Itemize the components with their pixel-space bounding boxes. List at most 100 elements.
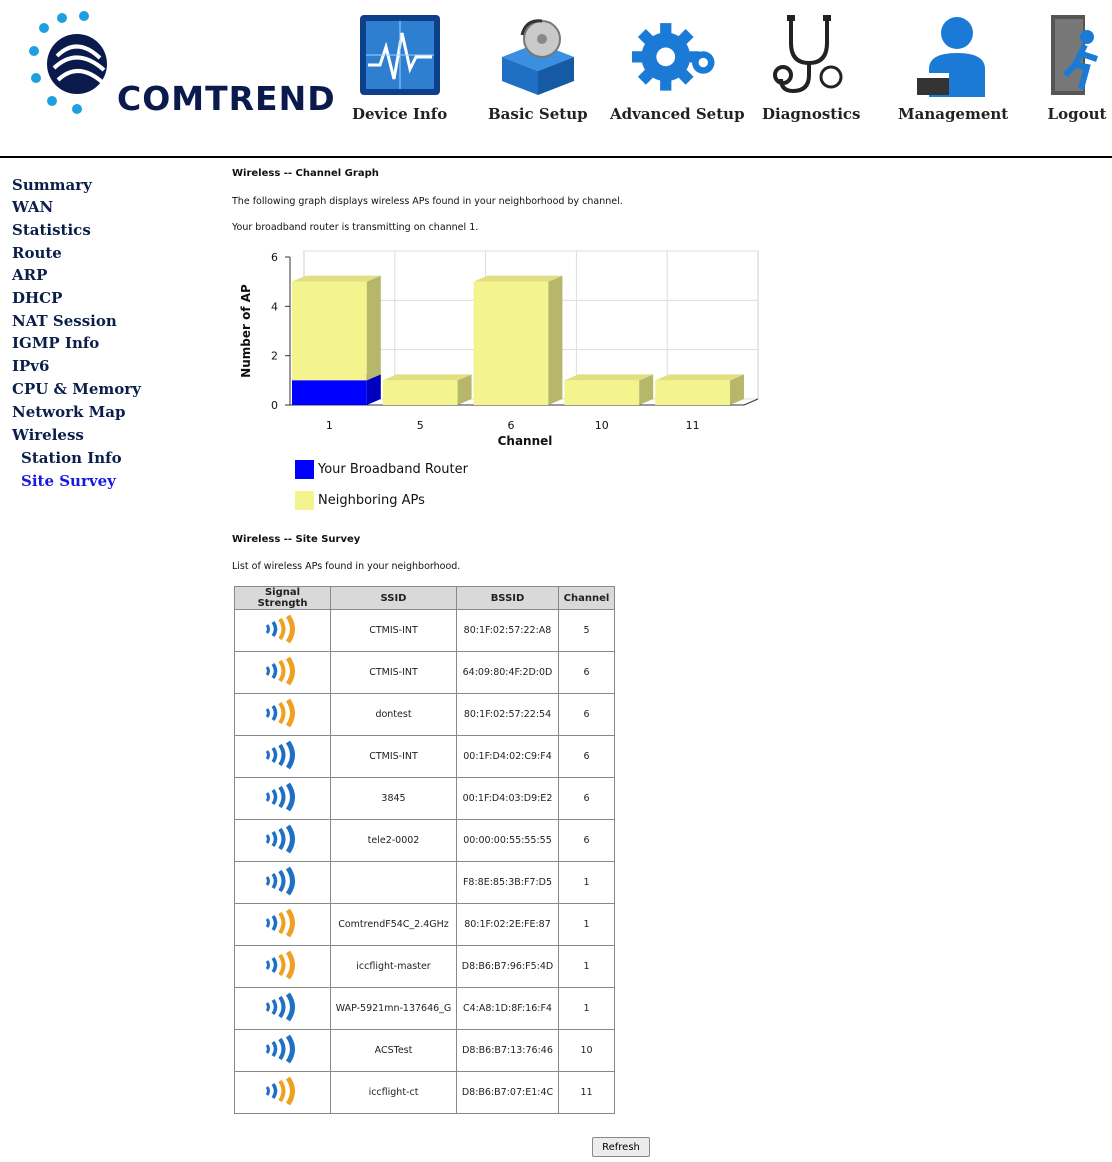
signal-strength-icon xyxy=(265,782,295,812)
chart-x-tick-label: 11 xyxy=(686,419,700,432)
chart-y-tick-label: 4 xyxy=(271,300,278,313)
col-signal-strength: Signal Strength xyxy=(234,586,331,610)
legend-router-label: Your Broadband Router xyxy=(318,462,468,477)
signal-cell xyxy=(234,987,331,1030)
ssid-cell: 3845 xyxy=(330,777,457,820)
chart-y-tick-label: 6 xyxy=(271,251,278,264)
channel-cell: 6 xyxy=(558,819,615,862)
sidebar-item-station-info[interactable]: Station Info xyxy=(21,449,122,467)
bssid-cell: D8:B6:B7:13:76:46 xyxy=(456,1029,559,1072)
nav-diagnostics[interactable]: Diagnostics xyxy=(762,10,860,130)
chart-y-axis-label: Number of AP xyxy=(239,284,253,378)
signal-strength-icon xyxy=(265,614,295,644)
ssid-cell: tele2-0002 xyxy=(330,819,457,862)
channel-cell: 1 xyxy=(558,945,615,988)
sidebar-item-ipv6[interactable]: IPv6 xyxy=(12,357,49,375)
table-row: iccflight-master D8:B6:B7:96:F5:4D 1 xyxy=(234,945,615,988)
ssid-cell: dontest xyxy=(330,693,457,736)
channel-graph-current: Your broadband router is transmitting on… xyxy=(232,222,479,233)
sidebar-item-site-survey[interactable]: Site Survey xyxy=(21,472,116,490)
sidebar: Summary WAN Statistics Route ARP DHCP NA… xyxy=(0,158,184,1162)
col-bssid: BSSID xyxy=(456,586,559,610)
ssid-cell xyxy=(330,861,457,904)
sidebar-item-dhcp[interactable]: DHCP xyxy=(12,289,62,307)
sidebar-item-wireless[interactable]: Wireless xyxy=(12,426,84,444)
chart-y-tick-label: 0 xyxy=(271,399,278,412)
bssid-cell: F8:8E:85:3B:F7:D5 xyxy=(456,861,559,904)
ssid-cell: iccflight-ct xyxy=(330,1071,457,1114)
table-row: ACSTest D8:B6:B7:13:76:46 10 xyxy=(234,1029,615,1072)
legend-router: Your Broadband Router xyxy=(295,460,468,479)
ssid-cell: iccflight-master xyxy=(330,945,457,988)
channel-chart: 0 2 4 6 1 5 6 10 11 Channel Number of AP xyxy=(239,250,759,448)
signal-strength-icon xyxy=(265,1076,295,1106)
logo-text: COMTREND xyxy=(117,79,336,118)
sidebar-item-nat-session[interactable]: NAT Session xyxy=(12,312,117,330)
chart-x-axis-label: Channel xyxy=(498,434,553,448)
nav-basic-setup[interactable]: Basic Setup xyxy=(488,10,588,130)
nav-label: Diagnostics xyxy=(762,105,861,123)
bssid-cell: D8:B6:B7:96:F5:4D xyxy=(456,945,559,988)
channel-cell: 6 xyxy=(558,777,615,820)
nav-management[interactable]: Management xyxy=(898,10,1008,130)
nav-advanced-setup[interactable]: Advanced Setup xyxy=(610,10,745,130)
chart-bar-top xyxy=(564,374,654,381)
refresh-button[interactable]: Refresh xyxy=(592,1137,650,1157)
nav-logout[interactable]: Logout xyxy=(1032,10,1112,130)
chart-bar xyxy=(382,380,458,405)
chart-bar-top xyxy=(655,374,744,381)
bssid-cell: 80:1F:02:57:22:54 xyxy=(456,693,559,736)
channel-cell: 1 xyxy=(558,861,615,904)
chart-x-tick-label: 1 xyxy=(326,419,333,432)
ssid-cell: CTMIS-INT xyxy=(330,651,457,694)
chart-bar xyxy=(292,380,367,405)
bssid-cell: D8:B6:B7:07:E1:4C xyxy=(456,1071,559,1114)
comtrend-logo: COMTREND xyxy=(22,6,335,126)
sidebar-item-cpu-memory[interactable]: CPU & Memory xyxy=(12,380,141,398)
signal-cell xyxy=(234,945,331,988)
table-body: CTMIS-INT 80:1F:02:57:22:A8 5 CTMIS-INT 64:0… xyxy=(234,609,615,1114)
signal-strength-icon xyxy=(265,992,295,1022)
sidebar-item-summary[interactable]: Summary xyxy=(12,176,92,194)
site-survey-desc: List of wireless APs found in your neigh… xyxy=(232,561,461,572)
chart-bar xyxy=(473,281,549,405)
channel-cell: 6 xyxy=(558,651,615,694)
sidebar-item-wan[interactable]: WAN xyxy=(12,198,53,216)
sidebar-item-igmp-info[interactable]: IGMP Info xyxy=(12,334,99,352)
signal-strength-icon xyxy=(265,656,295,686)
chart-y-tick-label: 2 xyxy=(271,350,278,363)
col-ssid: SSID xyxy=(330,586,457,610)
top-header: COMTREND Device Info Basic Setup Advance… xyxy=(0,0,1112,158)
signal-cell xyxy=(234,777,331,820)
chart-bar-top xyxy=(473,275,563,282)
signal-strength-icon xyxy=(265,950,295,980)
basic-setup-icon xyxy=(493,10,583,100)
channel-cell: 1 xyxy=(558,903,615,946)
sidebar-item-arp[interactable]: ARP xyxy=(12,266,47,284)
chart-bar-top xyxy=(382,374,472,381)
channel-cell: 1 xyxy=(558,987,615,1030)
ssid-cell: ComtrendF54C_2.4GHz xyxy=(330,903,457,946)
sidebar-item-route[interactable]: Route xyxy=(12,244,62,262)
bssid-cell: 80:1F:02:2E:FE:87 xyxy=(456,903,559,946)
nav-device-info[interactable]: Device Info xyxy=(352,10,447,130)
table-row: CTMIS-INT 80:1F:02:57:22:A8 5 xyxy=(234,609,615,652)
chart-x-tick-label: 10 xyxy=(595,419,609,432)
main-content: Wireless -- Channel Graph The following … xyxy=(184,158,1112,1162)
signal-cell xyxy=(234,735,331,778)
chart-bar xyxy=(564,380,640,405)
signal-cell xyxy=(234,1071,331,1114)
logo-globe-icon xyxy=(29,11,107,114)
channel-cell: 6 xyxy=(558,693,615,736)
legend-router-swatch xyxy=(295,460,314,479)
sidebar-item-statistics[interactable]: Statistics xyxy=(12,221,91,239)
signal-cell xyxy=(234,819,331,862)
device-info-icon xyxy=(355,10,445,100)
site-survey-table: Signal Strength SSID BSSID Channel CTMIS… xyxy=(234,586,615,1114)
legend-neighbor-label: Neighboring APs xyxy=(318,493,425,508)
table-row: WAP-5921mn-137646_G C4:A8:1D:8F:16:F4 1 xyxy=(234,987,615,1030)
channel-cell: 11 xyxy=(558,1071,615,1114)
chart-bar-top xyxy=(292,275,381,282)
signal-cell xyxy=(234,903,331,946)
sidebar-item-network-map[interactable]: Network Map xyxy=(12,403,125,421)
